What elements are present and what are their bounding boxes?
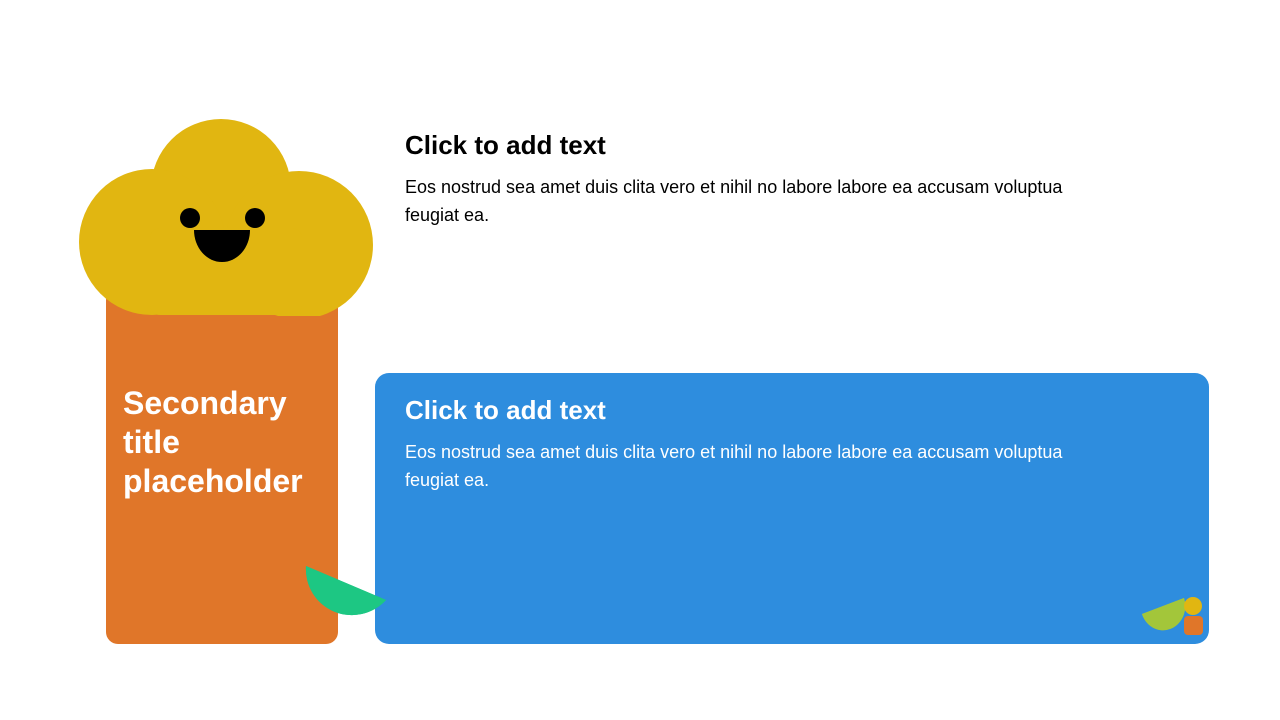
mini-logo-icon — [1142, 597, 1203, 635]
top-body-text[interactable]: Eos nostrud sea amet duis clita vero et … — [405, 173, 1105, 229]
top-text-block: Click to add text Eos nostrud sea amet d… — [405, 127, 1105, 229]
smiling-cloud-icon — [79, 119, 373, 316]
secondary-title[interactable]: Secondary title placeholder — [123, 384, 328, 501]
top-heading[interactable]: Click to add text — [405, 127, 1105, 163]
bottom-heading[interactable]: Click to add text — [405, 392, 1105, 428]
slide: Secondary title placeholder Click to add… — [0, 0, 1280, 720]
green-leaf-icon — [305, 566, 386, 616]
bottom-text-block: Click to add text Eos nostrud sea amet d… — [405, 392, 1105, 494]
bottom-body-text[interactable]: Eos nostrud sea amet duis clita vero et … — [405, 438, 1105, 494]
